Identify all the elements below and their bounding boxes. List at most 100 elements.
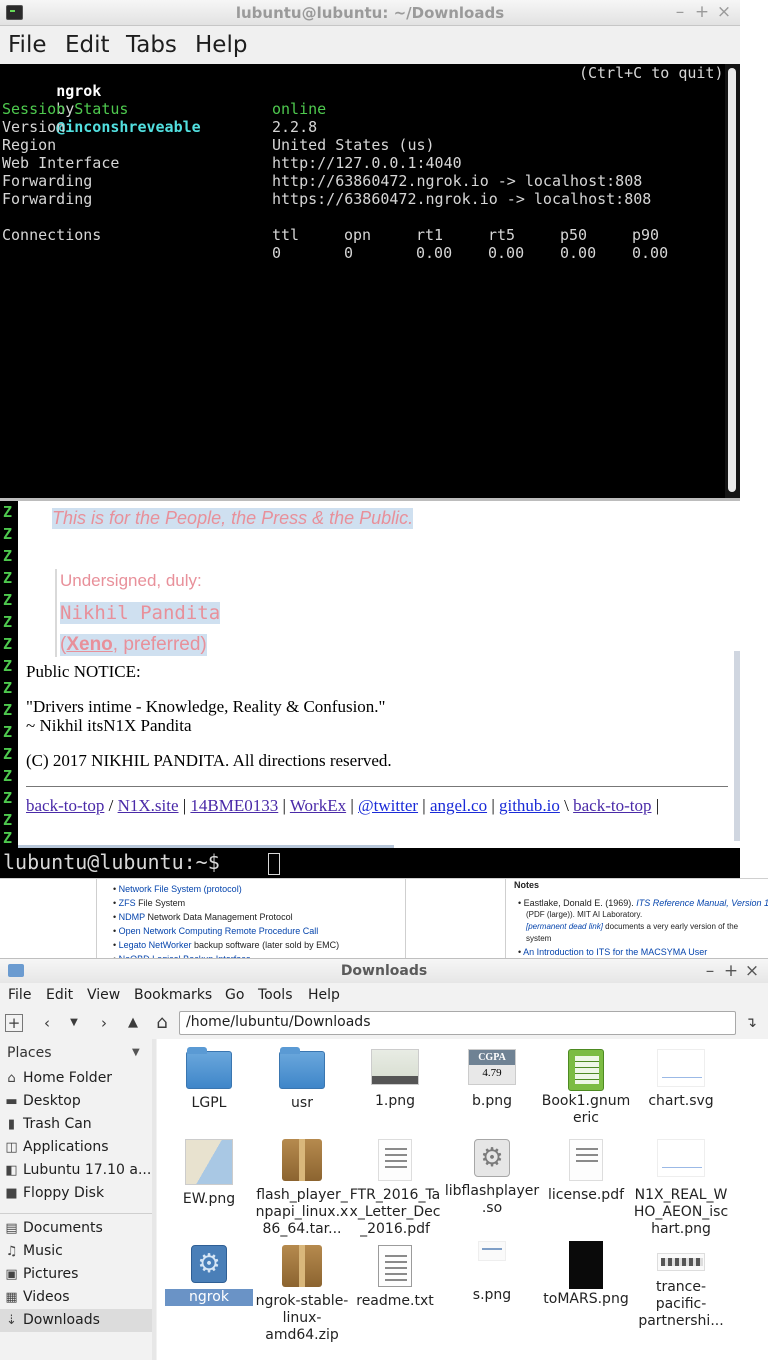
- terminal-scrollbar[interactable]: [725, 64, 740, 498]
- bookmark-downloads[interactable]: ⇣ Downloads: [0, 1309, 152, 1332]
- menu-help[interactable]: Help: [195, 32, 247, 58]
- note-link[interactable]: An Introduction to ITS for the MACSYMA U…: [523, 947, 707, 957]
- place-floppy-disk[interactable]: ■ Floppy Disk: [0, 1182, 152, 1205]
- place-applications[interactable]: ◫ Applications: [0, 1136, 152, 1159]
- file-item-license-pdf[interactable]: license.pdf: [538, 1139, 634, 1204]
- wiki-link[interactable]: ZFS: [119, 898, 136, 908]
- home-icon[interactable]: ⌂: [151, 1012, 173, 1034]
- menu-help[interactable]: Help: [308, 987, 340, 1003]
- menu-bookmarks[interactable]: Bookmarks: [134, 987, 212, 1003]
- forwarding-label: Forwarding: [2, 172, 93, 190]
- pdf-document-icon: [378, 1139, 412, 1181]
- region-value: United States (us): [272, 136, 435, 154]
- file-item-1-png[interactable]: 1.png: [347, 1049, 443, 1110]
- wiki-list-item[interactable]: • NDMP Network Data Management Protocol: [113, 912, 293, 922]
- menu-file[interactable]: File: [8, 987, 31, 1003]
- menu-edit[interactable]: Edit: [65, 32, 110, 58]
- file-item-lgpl[interactable]: LGPL: [161, 1047, 257, 1112]
- file-item-readme[interactable]: readme.txt: [347, 1245, 443, 1310]
- go-icon[interactable]: ↴: [740, 1012, 762, 1034]
- file-item-ngrok-zip[interactable]: ngrok-stable-linux-amd64.zip: [254, 1245, 350, 1344]
- minimize-button[interactable]: –: [701, 961, 719, 981]
- link-workex[interactable]: WorkEx: [290, 796, 346, 815]
- bookmark-pictures[interactable]: ▣ Pictures: [0, 1263, 152, 1286]
- link-back-to-top[interactable]: back-to-top: [26, 796, 104, 815]
- link-angel[interactable]: angel.co: [430, 796, 487, 815]
- file-item-book1-gnumeric[interactable]: Book1.gnumeric: [538, 1049, 634, 1127]
- terminal-output[interactable]: ngrok by @inconshreveable (Ctrl+C to qui…: [0, 64, 725, 498]
- note-link[interactable]: ITS Reference Manual, Version 1.5: [636, 898, 768, 908]
- menu-tabs[interactable]: Tabs: [126, 32, 177, 58]
- file-item-tomars[interactable]: toMARS.png: [538, 1241, 634, 1308]
- menu-go[interactable]: Go: [225, 987, 244, 1003]
- places-header[interactable]: Places: [7, 1045, 52, 1061]
- file-item-b-png[interactable]: CGPA 4.79 b.png: [444, 1049, 540, 1110]
- text-cursor: [268, 853, 280, 875]
- menu-tools[interactable]: Tools: [258, 987, 293, 1003]
- file-icon-view[interactable]: LGPL usr 1.png CGPA 4.79 b.png Book1.gnu…: [157, 1039, 768, 1360]
- alias-rest: , preferred): [112, 634, 207, 655]
- gutter-char: Z: [3, 811, 13, 829]
- image-thumbnail-icon: [657, 1139, 705, 1177]
- note-link[interactable]: [permanent dead link]: [526, 922, 603, 931]
- file-item-flash-player-tar[interactable]: flash_player_npapi_linux.x86_64.tar...: [254, 1139, 350, 1238]
- file-item-s-png[interactable]: s.png: [444, 1241, 540, 1304]
- bookmark-videos[interactable]: ▦ Videos: [0, 1286, 152, 1309]
- minimize-button[interactable]: –: [671, 2, 689, 22]
- wiki-link[interactable]: Legato NetWorker: [119, 940, 192, 950]
- terminal-prompt-line[interactable]: lubuntu@lubuntu:~$: [0, 848, 740, 878]
- place-home-folder[interactable]: ⌂ Home Folder: [0, 1067, 152, 1090]
- webpage-vertical-scrollbar[interactable]: [734, 651, 740, 841]
- bookmark-documents[interactable]: ▤ Documents: [0, 1217, 152, 1240]
- history-dropdown-icon[interactable]: ▼: [63, 1012, 85, 1034]
- wiki-link[interactable]: Network File System (protocol): [119, 884, 242, 894]
- file-label: license.pdf: [547, 1187, 625, 1203]
- file-item-ftr-pdf[interactable]: FTR_2016_Tax_Letter_Dec_2016.pdf: [347, 1139, 443, 1238]
- wiki-list-item[interactable]: • Legato NetWorker backup software (late…: [113, 940, 339, 950]
- chevron-down-icon[interactable]: ▼: [132, 1047, 140, 1058]
- file-item-trance-pacific[interactable]: trance-pacific-partnershi...: [633, 1241, 729, 1330]
- close-button[interactable]: ×: [743, 961, 761, 981]
- wiki-list-item[interactable]: • Open Network Computing Remote Procedur…: [113, 926, 318, 936]
- file-item-libflashplayer[interactable]: ⚙ libflashplayer.so: [444, 1139, 540, 1217]
- terminal-titlebar[interactable]: lubuntu@lubuntu: ~/Downloads – + ×: [0, 0, 740, 26]
- bookmark-music[interactable]: ♫ Music: [0, 1240, 152, 1263]
- menu-file[interactable]: File: [8, 32, 47, 58]
- alias-name-link[interactable]: Xeno: [66, 634, 112, 655]
- file-item-usr[interactable]: usr: [254, 1047, 350, 1112]
- up-icon[interactable]: ▲: [122, 1012, 144, 1034]
- maximize-button[interactable]: +: [693, 2, 711, 22]
- menu-edit[interactable]: Edit: [46, 987, 73, 1003]
- place-trash-can[interactable]: ▮ Trash Can: [0, 1113, 152, 1136]
- forward-icon[interactable]: ›: [93, 1012, 115, 1034]
- tagline: This is for the People, the Press & the …: [52, 508, 414, 529]
- link-twitter[interactable]: @twitter: [358, 796, 418, 815]
- file-label: flash_player_npapi_linux.x86_64.tar...: [255, 1187, 349, 1237]
- link-14bme0133[interactable]: 14BME0133: [190, 796, 278, 815]
- wiki-link[interactable]: NDMP: [119, 912, 145, 922]
- place-lubuntu-drive[interactable]: ◧ Lubuntu 17.10 a...: [0, 1159, 152, 1182]
- ngrok-app-name: ngrok: [56, 82, 102, 100]
- wiki-list-item[interactable]: • Network File System (protocol): [113, 884, 242, 894]
- new-tab-icon[interactable]: +: [5, 1014, 23, 1032]
- pane-splitter[interactable]: [152, 1039, 156, 1360]
- signatory-name: Nikhil Pandita: [60, 602, 221, 624]
- wiki-list-item[interactable]: • ZFS File System: [113, 898, 185, 908]
- menu-view[interactable]: View: [87, 987, 120, 1003]
- wiki-link[interactable]: Open Network Computing Remote Procedure …: [119, 926, 319, 936]
- link-back-to-top[interactable]: back-to-top: [573, 796, 651, 815]
- file-item-n1x-chart[interactable]: N1X_REAL_WHO_AEON_ischart.png: [633, 1139, 729, 1238]
- link-github[interactable]: github.io: [499, 796, 560, 815]
- maximize-button[interactable]: +: [722, 961, 740, 981]
- place-desktop[interactable]: ▬ Desktop: [0, 1090, 152, 1113]
- link-n1x-site[interactable]: N1X.site: [118, 796, 179, 815]
- file-item-chart-svg[interactable]: chart.svg: [633, 1049, 729, 1110]
- path-bar[interactable]: /home/lubuntu/Downloads: [179, 1011, 736, 1035]
- file-manager-titlebar[interactable]: Downloads – + ×: [0, 959, 768, 983]
- file-item-ew-png[interactable]: EW.png: [161, 1139, 257, 1208]
- close-button[interactable]: ×: [715, 2, 733, 22]
- back-icon[interactable]: ‹: [36, 1012, 58, 1034]
- shell-prompt: lubuntu@lubuntu:~$: [3, 850, 220, 874]
- scrollbar-thumb[interactable]: [728, 68, 736, 492]
- file-item-ngrok[interactable]: ⚙ ngrok: [161, 1245, 257, 1306]
